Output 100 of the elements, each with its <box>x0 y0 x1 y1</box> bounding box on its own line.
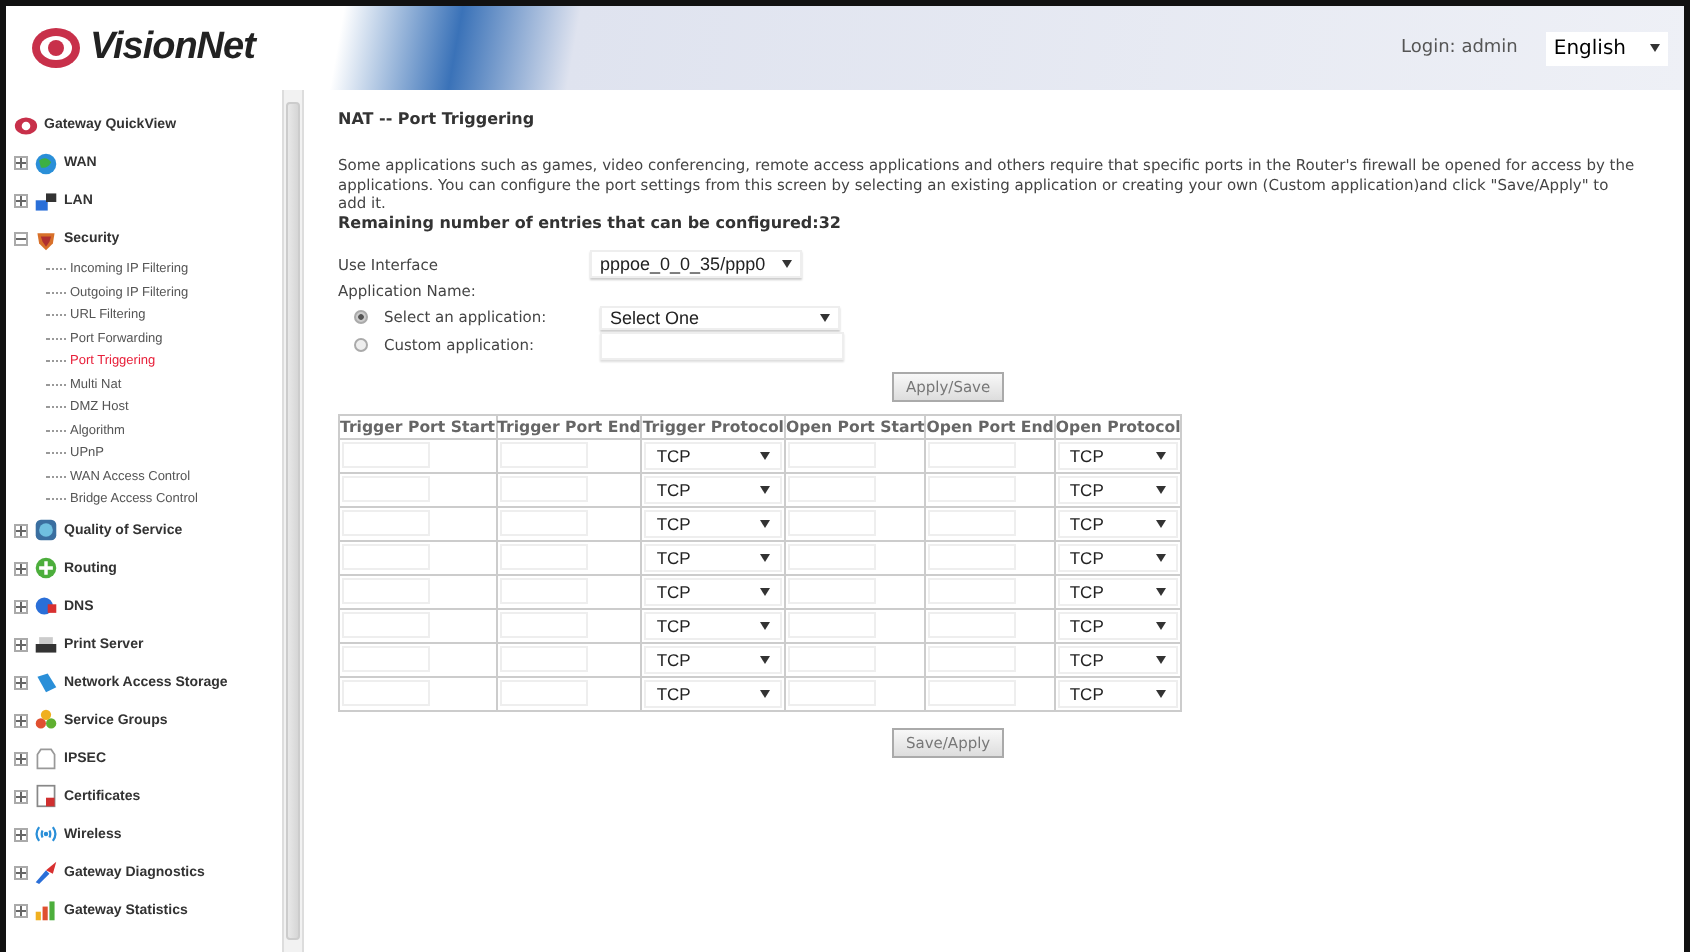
remaining-text: Remaining number of entries that can be configured:32 <box>338 213 843 231</box>
protocol-select[interactable]: TCP <box>1057 577 1179 605</box>
tree-icon <box>34 708 58 732</box>
input-field[interactable] <box>342 680 430 706</box>
caret-icon <box>781 260 792 268</box>
expand-icon[interactable] <box>14 827 28 841</box>
collapse-icon[interactable] <box>14 232 28 246</box>
application-select[interactable]: Select One <box>600 305 840 329</box>
input-field[interactable] <box>499 680 588 706</box>
tree-icon <box>34 189 58 213</box>
tree-icon <box>34 746 58 770</box>
protocol-select[interactable]: TCP <box>1057 611 1179 639</box>
input-field[interactable] <box>787 544 876 570</box>
language-select[interactable]: English <box>1545 31 1668 65</box>
input-field[interactable] <box>787 442 876 468</box>
input-field[interactable] <box>928 510 1017 536</box>
page-title: NAT -- Port Triggering <box>338 110 537 128</box>
input-field[interactable] <box>928 442 1017 468</box>
input-field[interactable] <box>928 578 1017 604</box>
input-field[interactable] <box>928 544 1017 570</box>
input-field[interactable] <box>787 612 876 638</box>
protocol-select[interactable]: TCP <box>644 441 782 469</box>
input-field[interactable] <box>787 510 876 536</box>
input-field[interactable] <box>499 646 588 672</box>
input-field[interactable] <box>342 646 430 672</box>
expand-icon[interactable] <box>14 713 28 727</box>
tree-icon <box>34 784 58 808</box>
tree-icon <box>34 632 58 656</box>
protocol-select[interactable]: TCP <box>644 509 782 537</box>
protocol-select[interactable]: TCP <box>644 577 782 605</box>
protocol-select[interactable]: TCP <box>644 475 782 503</box>
expand-icon[interactable] <box>14 903 28 917</box>
protocol-select[interactable]: TCP <box>1057 509 1179 537</box>
input-field[interactable] <box>787 680 876 706</box>
protocol-select[interactable]: TCP <box>644 543 782 571</box>
caret-icon <box>1156 485 1167 493</box>
input-field[interactable] <box>928 476 1017 502</box>
protocol-select[interactable]: TCP <box>1057 679 1179 707</box>
input-field[interactable] <box>928 612 1017 638</box>
caret-icon <box>759 451 770 459</box>
expand-icon[interactable] <box>14 561 28 575</box>
input-field[interactable] <box>342 578 430 604</box>
expand-icon[interactable] <box>14 751 28 765</box>
caret-icon <box>1156 689 1167 697</box>
login-text: Login: admin <box>1401 38 1518 58</box>
input-field[interactable] <box>342 442 430 468</box>
tree-icon <box>34 518 58 542</box>
tree-icon <box>34 822 58 846</box>
input-field[interactable] <box>499 476 588 502</box>
caret-icon <box>759 621 770 629</box>
input-field[interactable] <box>499 612 588 638</box>
expand-icon[interactable] <box>14 675 28 689</box>
tree-icon <box>34 670 58 694</box>
input-field[interactable] <box>787 578 876 604</box>
caret-icon <box>759 485 770 493</box>
caret-icon <box>1156 519 1167 527</box>
caret-icon <box>759 689 770 697</box>
scrollbar-thumb[interactable] <box>286 102 300 940</box>
expand-icon[interactable] <box>14 865 28 879</box>
input-field[interactable] <box>499 578 588 604</box>
caret-icon <box>759 519 770 527</box>
input-field[interactable] <box>499 544 588 570</box>
expand-icon[interactable] <box>14 156 28 170</box>
tree-icon <box>34 860 58 884</box>
input-field[interactable] <box>787 646 876 672</box>
tree-icon <box>34 227 58 251</box>
input-field[interactable] <box>342 510 430 536</box>
interface-select[interactable]: pppoe_0_0_35/ppp0 <box>590 250 802 278</box>
expand-icon[interactable] <box>14 523 28 537</box>
input-field[interactable] <box>928 646 1017 672</box>
input-field[interactable] <box>342 612 430 638</box>
tree-icon <box>34 556 58 580</box>
caret-icon <box>759 655 770 663</box>
protocol-select[interactable]: TCP <box>1057 543 1179 571</box>
protocol-select[interactable]: TCP <box>1057 441 1179 469</box>
protocol-select[interactable]: TCP <box>1057 645 1179 673</box>
tree-icon <box>34 151 58 175</box>
input-field[interactable] <box>499 510 588 536</box>
caret-icon <box>759 553 770 561</box>
protocol-select[interactable]: TCP <box>644 679 782 707</box>
radio-button[interactable] <box>354 310 368 324</box>
caret-icon <box>820 313 830 321</box>
tree-icon <box>34 898 58 922</box>
input-field[interactable] <box>342 476 430 502</box>
protocol-select[interactable]: TCP <box>644 611 782 639</box>
logo-icon <box>30 26 82 70</box>
input-field[interactable] <box>928 680 1017 706</box>
input-field[interactable] <box>499 442 588 468</box>
expand-icon[interactable] <box>14 637 28 651</box>
expand-icon[interactable] <box>14 599 28 613</box>
input-field[interactable] <box>342 544 430 570</box>
tree-icon <box>34 594 58 618</box>
protocol-select[interactable]: TCP <box>644 645 782 673</box>
caret-icon <box>1156 655 1167 663</box>
expand-icon[interactable] <box>14 194 28 208</box>
radio-button[interactable] <box>354 338 368 352</box>
input-field[interactable] <box>600 331 844 359</box>
expand-icon[interactable] <box>14 789 28 803</box>
protocol-select[interactable]: TCP <box>1057 475 1179 503</box>
input-field[interactable] <box>787 476 876 502</box>
